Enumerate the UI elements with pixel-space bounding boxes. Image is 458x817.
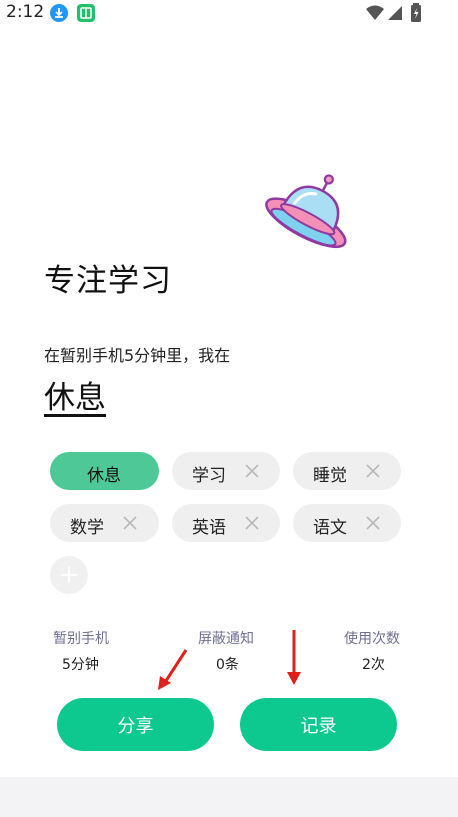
- add-tag-button[interactable]: [50, 556, 88, 594]
- tag-chip-study[interactable]: 学习: [172, 452, 280, 490]
- focus-subtitle: 在暂别手机5分钟里，我在: [44, 346, 231, 365]
- remove-icon[interactable]: [244, 515, 260, 531]
- remove-icon[interactable]: [365, 515, 381, 531]
- tag-chip-english[interactable]: 英语: [172, 504, 280, 542]
- tag-label: 休息: [87, 466, 121, 486]
- tag-label: 睡觉: [313, 466, 347, 486]
- page-title: 专注学习: [44, 263, 172, 299]
- stat-value-count: 2次: [362, 657, 385, 673]
- battery-icon: [410, 3, 422, 27]
- stat-label-blocked: 屏蔽通知: [198, 631, 254, 647]
- signal-icon: [386, 4, 404, 26]
- book-app-icon: [77, 4, 95, 22]
- current-activity[interactable]: 休息: [44, 372, 106, 417]
- tag-label: 学习: [192, 466, 226, 486]
- tag-chip-chinese[interactable]: 语文: [293, 504, 401, 542]
- tag-chip-math[interactable]: 数学: [50, 504, 159, 542]
- download-icon: [50, 4, 68, 22]
- tag-chip-rest[interactable]: 休息: [50, 452, 159, 490]
- remove-icon[interactable]: [244, 463, 260, 479]
- share-button[interactable]: 分享: [57, 698, 214, 751]
- annotation-arrow-record: [285, 628, 303, 690]
- bottom-bar: [0, 777, 458, 817]
- remove-icon[interactable]: [365, 463, 381, 479]
- tag-label: 数学: [70, 518, 104, 538]
- stat-label-away: 暂别手机: [53, 631, 109, 647]
- remove-icon[interactable]: [122, 515, 138, 531]
- tag-chip-sleep[interactable]: 睡觉: [293, 452, 401, 490]
- tag-label: 语文: [313, 518, 347, 538]
- plus-icon: [60, 566, 78, 588]
- stat-value-blocked: 0条: [216, 657, 239, 673]
- wifi-icon: [365, 4, 385, 26]
- ufo-illustration: [262, 168, 360, 258]
- status-time: 2:12: [6, 2, 45, 22]
- stat-value-away: 5分钟: [62, 657, 99, 673]
- annotation-arrow-share: [156, 648, 190, 696]
- tag-label: 英语: [192, 518, 226, 538]
- record-button[interactable]: 记录: [240, 698, 397, 751]
- status-bar: 2:12: [0, 0, 458, 26]
- stat-label-count: 使用次数: [344, 631, 400, 647]
